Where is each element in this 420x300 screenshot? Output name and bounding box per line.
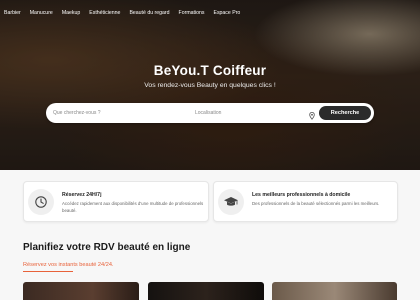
location-input[interactable]: [195, 105, 305, 121]
card-text: Des professionnels de la beauté sélectio…: [252, 201, 380, 206]
nav-item-estheticienne[interactable]: Esthéticienne: [89, 10, 120, 16]
section-title: Planifiez votre RDV beauté en ligne: [23, 242, 191, 253]
feature-card-professionals: Les meilleurs professionnels à domicile …: [213, 181, 398, 222]
location-pin-icon[interactable]: [307, 108, 317, 120]
card-text: Accédez rapidement aux disponibilités d'…: [62, 201, 204, 213]
salon-thumbnail[interactable]: [23, 282, 139, 300]
nav-item-barbier[interactable]: Barbier: [4, 10, 21, 16]
hero-subtitle: Vos rendez-vous Beauty en quelques clics…: [144, 82, 276, 89]
clock-icon: [28, 189, 54, 215]
nav-item-manucure[interactable]: Manucure: [30, 10, 53, 16]
graduation-cap-icon: [218, 189, 244, 215]
section-subtitle: Réservez vos instants beauté 24/24.: [23, 262, 114, 268]
hero-title: BeYou.T Coiffeur: [153, 63, 267, 78]
search-input[interactable]: [53, 105, 191, 121]
feature-card-booking: Réservez 24H/7j Accédez rapidement aux d…: [23, 181, 209, 222]
nav-item-makeup[interactable]: Maekup: [62, 10, 80, 16]
nav-item-espace-pro[interactable]: Espace Pro: [213, 10, 240, 16]
nav-item-formations[interactable]: Formations: [179, 10, 205, 16]
card-title: Réservez 24H/7j: [62, 192, 102, 198]
nav-item-beaute-du-regard[interactable]: Beauté du regard: [129, 10, 169, 16]
search-button[interactable]: Recherche: [319, 106, 371, 120]
salon-thumbnail[interactable]: [148, 282, 264, 300]
top-nav: Barbier Manucure Maekup Esthéticienne Be…: [4, 10, 249, 16]
section-underline: [23, 271, 73, 272]
card-title: Les meilleurs professionnels à domicile: [252, 192, 351, 198]
salon-thumbnail[interactable]: [272, 282, 397, 300]
hero-banner: Barbier Manucure Maekup Esthéticienne Be…: [0, 0, 420, 170]
search-bar: Recherche: [46, 103, 374, 123]
